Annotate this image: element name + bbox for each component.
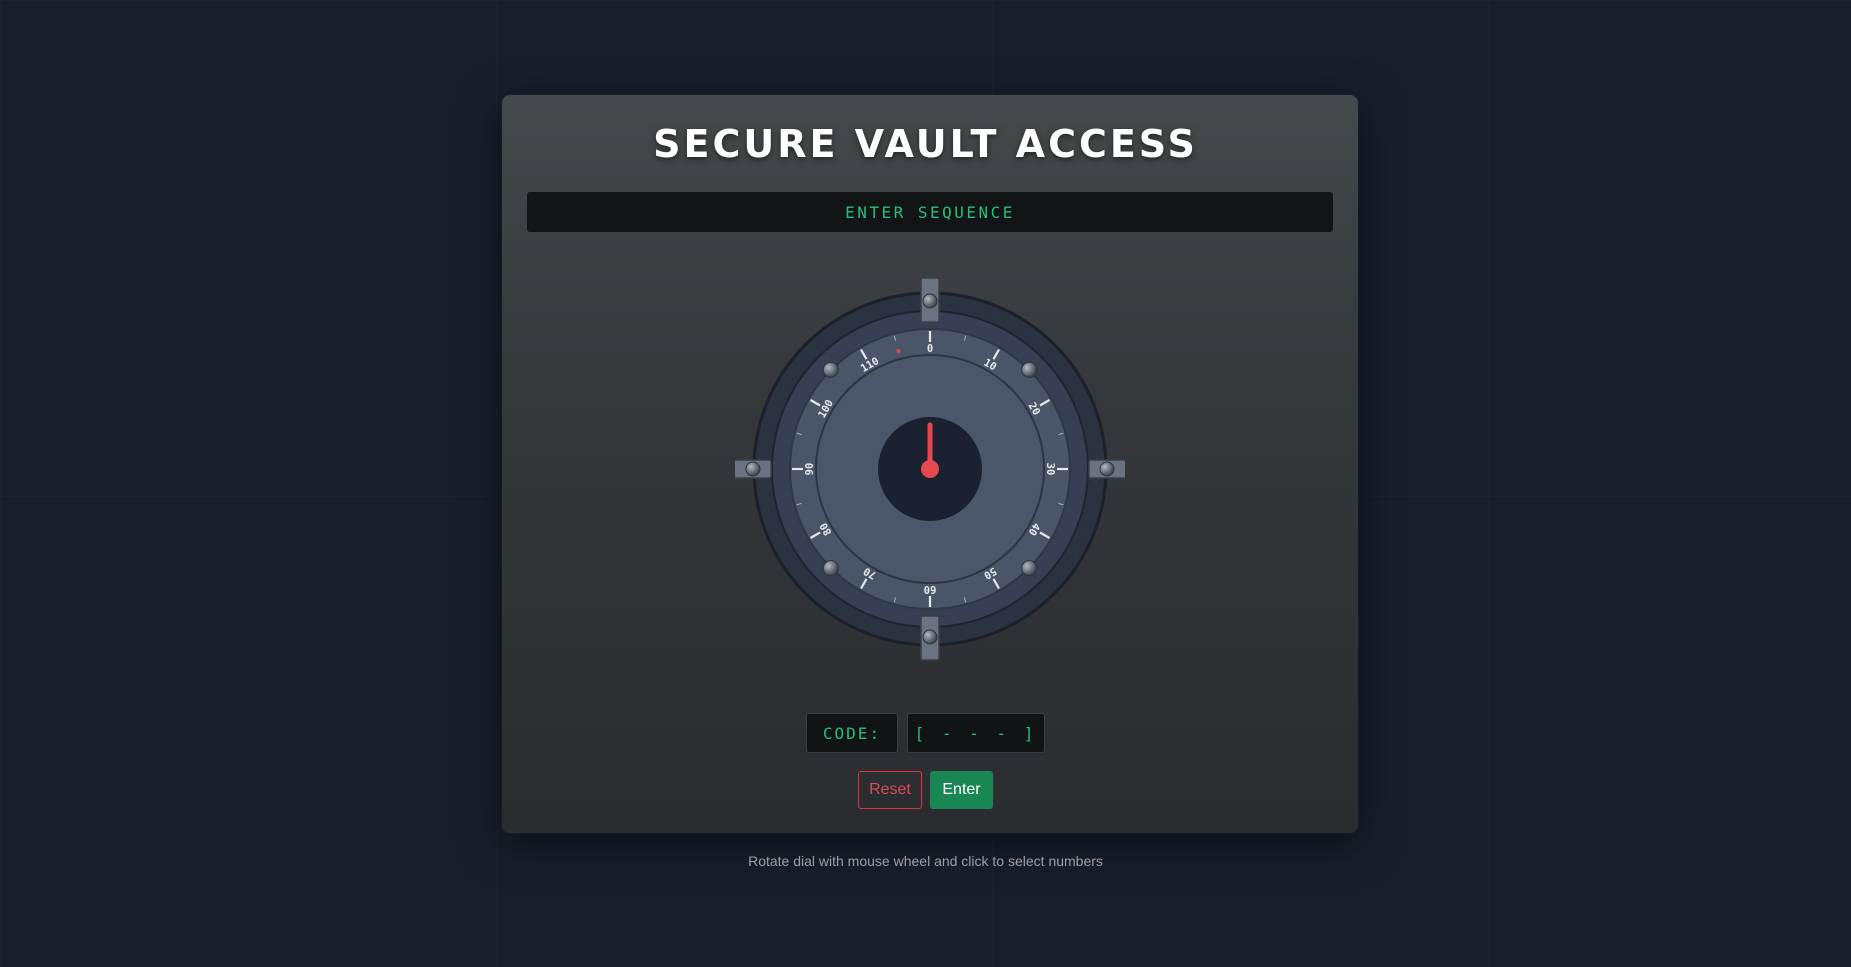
instruction-text: Rotate dial with mouse wheel and click t… [748, 853, 1103, 869]
dial-pointer-pivot [921, 460, 939, 478]
page-title: SECURE VAULT ACCESS [653, 122, 1198, 166]
reset-button[interactable]: Reset [858, 771, 922, 809]
code-value: [ - - - ] [907, 713, 1045, 753]
dial-number: 0 [927, 343, 933, 355]
enter-button[interactable]: Enter [930, 771, 993, 809]
dial-number: 90 [804, 463, 816, 476]
combination-dial[interactable]: 0 10 20 30 40 50 60 70 80 90 100 110 [735, 274, 1125, 664]
corner-bolt [1021, 560, 1038, 577]
status-text: ENTER SEQUENCE [845, 202, 1015, 222]
dial-number: 30 [1044, 463, 1056, 476]
action-buttons: Reset Enter [0, 771, 1851, 809]
dial-marker [896, 349, 901, 354]
latch-bolt [745, 461, 761, 477]
status-display: ENTER SEQUENCE [527, 192, 1333, 232]
corner-bolt [822, 361, 839, 378]
corner-bolt [822, 560, 839, 577]
corner-bolt [1021, 361, 1038, 378]
latch-bolt [922, 293, 938, 309]
latch-bolt [922, 629, 938, 645]
code-label: CODE: [806, 713, 898, 753]
dial-number: 60 [924, 583, 937, 595]
code-display: CODE: [ - - - ] [0, 713, 1851, 753]
latch-bolt [1099, 461, 1115, 477]
